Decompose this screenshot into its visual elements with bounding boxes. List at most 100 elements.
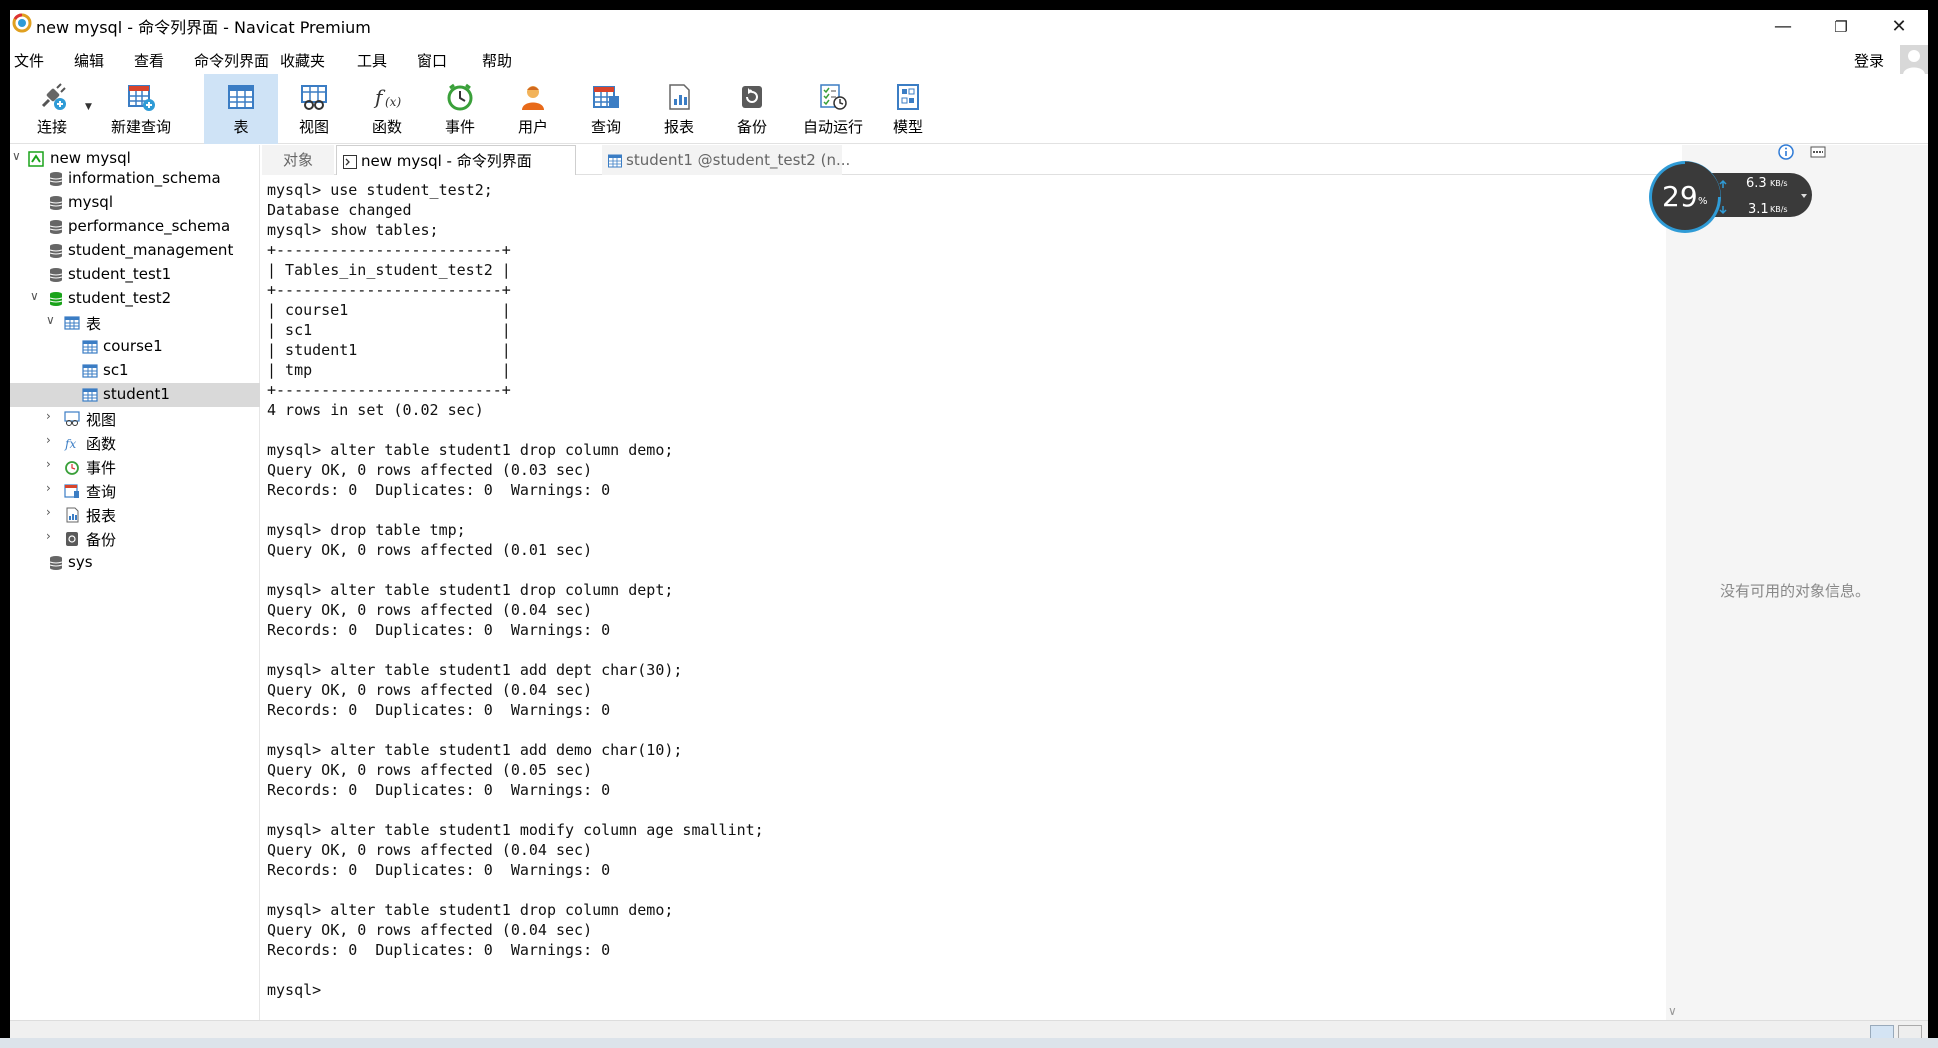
tree-db-performance-schema[interactable]: performance_schema (10, 215, 260, 239)
tab-bar: 对象 new mysql - 命令列界面 student1 @student_t… (262, 145, 1682, 175)
chevron-right-icon[interactable]: › (46, 505, 60, 519)
tree-label: sys (68, 553, 93, 571)
connection-icon (41, 83, 66, 110)
restore-button[interactable]: ❐ (1812, 10, 1870, 44)
table-icon (64, 316, 80, 330)
login-link[interactable]: 登录 (1854, 50, 1884, 71)
event-icon (65, 461, 79, 475)
event-icon (447, 83, 473, 111)
console-scrollbar[interactable]: ∨ (1666, 176, 1682, 1020)
view-label: 视图 (298, 118, 329, 136)
tree-label: information_schema (68, 169, 221, 187)
query-button[interactable]: 查询 (572, 74, 640, 144)
tree-folder-tables[interactable]: ∨ 表 (10, 311, 260, 335)
backup-button[interactable]: 备份 (718, 74, 786, 144)
tree-db-information-schema[interactable]: information_schema (10, 167, 260, 191)
chevron-down-icon[interactable]: ∨ (46, 313, 60, 327)
connection-button[interactable]: 连接 (18, 74, 86, 144)
tree-folder-queries[interactable]: › 查询 (10, 479, 260, 503)
report-icon (669, 84, 690, 110)
tab-student1-table[interactable]: student1 @student_test2 (n... (602, 145, 850, 175)
ddl-icon[interactable] (1810, 144, 1826, 160)
minimize-button[interactable]: — (1754, 10, 1812, 44)
tree-folder-reports[interactable]: › 报表 (10, 503, 260, 527)
avatar[interactable] (1900, 45, 1928, 75)
tree-label: 视图 (86, 411, 117, 429)
tree-table-course1[interactable]: course1 (10, 335, 260, 359)
database-icon (49, 268, 63, 282)
chevron-right-icon[interactable]: › (46, 433, 60, 447)
tree-label: student_test2 (68, 289, 172, 307)
tab-objects[interactable]: 对象 (262, 145, 334, 175)
download-speed: 3.1 (1748, 202, 1769, 217)
user-button[interactable]: 用户 (499, 74, 567, 144)
download-unit: KB/s (1770, 205, 1788, 214)
tree-folder-backups[interactable]: › 备份 (10, 527, 260, 551)
cpu-percent-value: 29 (1662, 180, 1698, 213)
chevron-right-icon[interactable]: › (46, 529, 60, 543)
info-icon[interactable] (1778, 144, 1794, 160)
database-icon (49, 556, 63, 570)
console-output[interactable]: mysql> use student_test2; Database chang… (262, 176, 1666, 1020)
new-query-button[interactable]: 新建查询 (98, 74, 184, 144)
model-icon (897, 84, 919, 110)
user-label: 用户 (517, 118, 548, 136)
event-button[interactable]: 事件 (426, 74, 494, 144)
tree-table-sc1[interactable]: sc1 (10, 359, 260, 383)
tree-db-student-test2[interactable]: ∨ student_test2 (10, 287, 260, 311)
automation-icon (820, 84, 847, 110)
tree-db-student-test1[interactable]: student_test1 (10, 263, 260, 287)
model-button[interactable]: 模型 (874, 74, 942, 144)
tab-label: student1 @student_test2 (n... (626, 151, 851, 169)
navicat-window: new mysql - 命令列界面 - Navicat Premium — ❐ … (10, 10, 1928, 1048)
tree-db-student-management[interactable]: student_management (10, 239, 260, 263)
menu-edit[interactable]: 编辑 (74, 50, 104, 71)
report-button[interactable]: 报表 (645, 74, 713, 144)
chevron-right-icon[interactable]: › (46, 481, 60, 495)
new-query-icon (128, 85, 155, 111)
menu-favorites[interactable]: 收藏夹 (280, 50, 325, 71)
tree-folder-functions[interactable]: › fx 函数 (10, 431, 260, 455)
chevron-down-icon[interactable]: ∨ (1668, 1004, 1677, 1018)
backup-label: 备份 (736, 118, 767, 136)
chevron-right-icon[interactable]: › (46, 457, 60, 471)
table-icon (608, 154, 622, 168)
database-open-icon (49, 292, 63, 306)
query-label: 查询 (590, 118, 621, 136)
tree-label: 查询 (86, 483, 117, 501)
menu-help[interactable]: 帮助 (482, 50, 512, 71)
function-button[interactable]: f (x) 函数 (353, 74, 421, 144)
tree-db-sys[interactable]: sys (10, 551, 260, 575)
connection-dropdown-icon[interactable]: ▼ (85, 102, 92, 112)
menu-console[interactable]: 命令列界面 (194, 50, 269, 71)
tree-db-mysql[interactable]: mysql (10, 191, 260, 215)
tree-table-student1[interactable]: student1 (10, 383, 260, 407)
automation-button[interactable]: 自动运行 (791, 74, 875, 144)
tree-folder-views[interactable]: › 视图 (10, 407, 260, 431)
menu-window[interactable]: 窗口 (417, 50, 447, 71)
console-text[interactable]: mysql> use student_test2; Database chang… (267, 180, 764, 1000)
query-icon (64, 484, 79, 498)
chevron-down-icon[interactable]: ∨ (30, 289, 44, 303)
network-monitor-widget[interactable]: 29 % 6.3 KB/s 3.1 KB/s (1648, 160, 1818, 234)
console-icon (343, 155, 357, 169)
chevron-down-icon[interactable]: ∨ (12, 149, 26, 163)
tree-label: 事件 (86, 459, 117, 477)
menu-tools[interactable]: 工具 (357, 50, 387, 71)
report-label: 报表 (663, 118, 694, 136)
database-icon (49, 196, 63, 210)
tree-folder-events[interactable]: › 事件 (10, 455, 260, 479)
backup-icon (66, 532, 78, 546)
tab-label: 对象 (282, 151, 313, 169)
view-button[interactable]: 视图 (280, 74, 348, 144)
upload-unit: KB/s (1770, 179, 1788, 188)
function-icon: f (x) (373, 85, 401, 109)
table-button[interactable]: 表 (204, 74, 278, 144)
close-button[interactable]: ✕ (1870, 10, 1928, 44)
menu-view[interactable]: 查看 (134, 50, 164, 71)
menu-file[interactable]: 文件 (14, 50, 44, 71)
chevron-right-icon[interactable]: › (46, 409, 60, 423)
tab-console[interactable]: new mysql - 命令列界面 (336, 145, 576, 175)
cpu-percent-unit: % (1698, 196, 1708, 207)
database-icon (49, 244, 63, 258)
